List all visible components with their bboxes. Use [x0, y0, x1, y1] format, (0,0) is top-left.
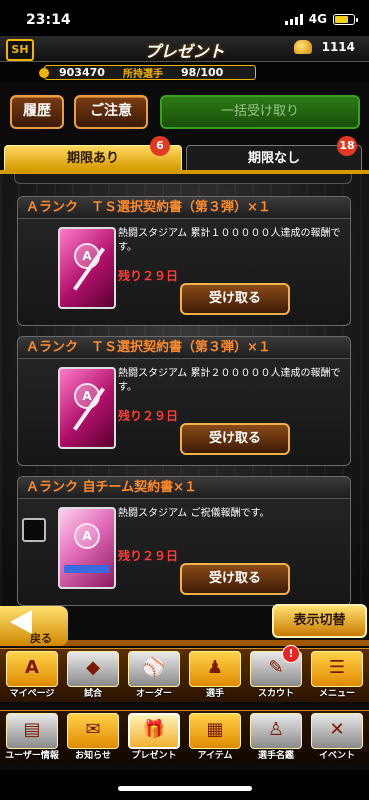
player-icon: ♟	[206, 657, 224, 678]
menu-label: オーダー	[135, 689, 172, 699]
menu-label: ユーザー情報	[5, 751, 59, 761]
item-icon: ▦	[206, 719, 224, 740]
mail-icon: ✉	[85, 719, 101, 740]
present-title: Ａランク ＴＳ選択契約書（第３弾）×１	[18, 337, 350, 359]
menu-label: 試合	[83, 689, 102, 699]
players-count: 98/100	[181, 66, 224, 79]
receive-button[interactable]: 受け取る	[180, 423, 290, 455]
previous-card-edge	[14, 174, 352, 184]
present-card: Ａランク ＴＳ選択契約書（第３弾）×１ A 熱闘スタジアム 累計２０００００人達…	[17, 336, 351, 466]
main-menu-row: A マイページ ◆ 試合 ⚾ オーダー ♟ 選手 ✎ ! スカウト ☰ メニュー	[0, 645, 369, 702]
receive-all-button[interactable]: 一括受け取り	[160, 95, 360, 129]
status-indicators: 4G	[284, 12, 358, 26]
menu-label: スカウト	[257, 689, 294, 699]
present-title: Ａランク 自チーム契約書×１	[18, 477, 350, 499]
player-info-row: 903470 所持選手 98/100	[0, 62, 369, 82]
select-checkbox[interactable]	[22, 518, 46, 542]
menu-players[interactable]: ♟ 選手	[185, 651, 245, 701]
menu-user-info[interactable]: ▤ ユーザー情報	[2, 713, 62, 763]
coin-count: 1114	[321, 40, 355, 54]
history-button[interactable]: 履歴	[10, 95, 64, 129]
present-card: Ａランク ＴＳ選択契約書（第３弾）×１ A 熱闘スタジアム 累計１０００００人達…	[17, 196, 351, 326]
contract-item-icon: A	[58, 507, 116, 589]
present-card: Ａランク 自チーム契約書×１ A 熱闘スタジアム ご祝儀報酬です。 残り２９日 …	[17, 476, 351, 606]
menu-player-directory[interactable]: ♙ 選手名鑑	[246, 713, 306, 763]
network-label: 4G	[308, 12, 327, 26]
mypage-icon: A	[25, 657, 39, 678]
gift-icon: 🎁	[142, 719, 166, 740]
field-icon: ◆	[86, 657, 100, 678]
present-remaining: 残り２９日	[118, 409, 179, 423]
tab-with-expiry-badge: 6	[150, 136, 170, 156]
app-header: SH プレゼント 1114	[0, 36, 369, 62]
notice-button[interactable]: ご注意	[74, 95, 148, 129]
present-remaining: 残り２９日	[118, 549, 179, 563]
status-bar: 23:14 4G	[0, 0, 369, 36]
team-strip-icon	[64, 565, 110, 573]
tab-label: 期限なし	[247, 151, 300, 166]
rank-emblem: A	[74, 523, 100, 549]
menu-label: 選手	[205, 689, 224, 699]
present-description: 熱闘スタジアム 累計１０００００人達成の報酬です。	[118, 228, 341, 253]
back-arrow-icon	[10, 610, 32, 634]
menu-mypage[interactable]: A マイページ	[2, 651, 62, 701]
signal-icon	[284, 13, 303, 25]
tab-no-expiry-badge: 18	[337, 136, 357, 156]
display-switch-button[interactable]: 表示切替	[272, 604, 367, 638]
menu-menu[interactable]: ☰ メニュー	[307, 651, 367, 701]
menu-label: マイページ	[9, 689, 55, 699]
menu-order[interactable]: ⚾ オーダー	[124, 651, 184, 701]
home-indicator-bar[interactable]	[118, 786, 252, 791]
player-directory-icon: ♙	[267, 719, 285, 740]
points-value: 903470	[59, 66, 105, 79]
menu-game[interactable]: ◆ 試合	[63, 651, 123, 701]
tab-no-expiry[interactable]: 期限なし	[186, 145, 362, 171]
point-icon	[39, 67, 49, 78]
receive-button[interactable]: 受け取る	[180, 283, 290, 315]
present-description: 熱闘スタジアム 累計２０００００人達成の報酬です。	[118, 368, 341, 393]
menu-label: お知らせ	[75, 751, 111, 761]
sub-menu-row: ▤ ユーザー情報 ✉ お知らせ 🎁 プレゼント ▦ アイテム ♙ 選手名鑑 ✕ …	[0, 710, 369, 764]
tab-label: 期限あり	[66, 151, 119, 166]
menu-label: イベント	[318, 751, 355, 761]
players-label: 所持選手	[123, 69, 163, 80]
menu-label: アイテム	[197, 751, 233, 761]
menu-news[interactable]: ✉ お知らせ	[63, 713, 123, 763]
contract-item-icon: A	[58, 367, 116, 449]
contract-item-icon: A	[58, 227, 116, 309]
present-remaining: 残り２９日	[118, 269, 179, 283]
present-list[interactable]: Ａランク ＴＳ選択契約書（第３弾）×１ A 熱闘スタジアム 累計１０００００人達…	[0, 174, 369, 606]
back-button[interactable]: 戻る	[0, 606, 68, 646]
menu-items[interactable]: ▦ アイテム	[185, 713, 245, 763]
user-info-icon: ▤	[23, 719, 41, 740]
back-label: 戻る	[30, 632, 52, 645]
receive-button[interactable]: 受け取る	[180, 563, 290, 595]
menu-label: メニュー	[318, 689, 355, 699]
menu-icon: ☰	[328, 657, 346, 678]
battery-icon	[333, 13, 358, 25]
home-indicator	[0, 770, 369, 800]
coin-display: 1114	[293, 40, 355, 54]
diamond-icon: ⚾	[142, 657, 166, 678]
present-title: Ａランク ＴＳ選択契約書（第３弾）×１	[18, 197, 350, 219]
status-time: 23:14	[26, 12, 71, 28]
scout-alert-badge: !	[282, 645, 300, 663]
event-icon: ✕	[329, 719, 345, 740]
menu-present[interactable]: 🎁 プレゼント	[124, 713, 184, 763]
menu-scout[interactable]: ✎ ! スカウト	[246, 645, 306, 701]
present-description: 熱闘スタジアム ご祝儀報酬です。	[118, 508, 270, 519]
menu-event[interactable]: ✕ イベント	[307, 713, 367, 763]
menu-label: プレゼント	[131, 751, 177, 761]
player-info-box: 903470 所持選手 98/100	[39, 65, 256, 80]
coin-icon	[293, 40, 312, 54]
menu-label: 選手名鑑	[257, 751, 294, 761]
